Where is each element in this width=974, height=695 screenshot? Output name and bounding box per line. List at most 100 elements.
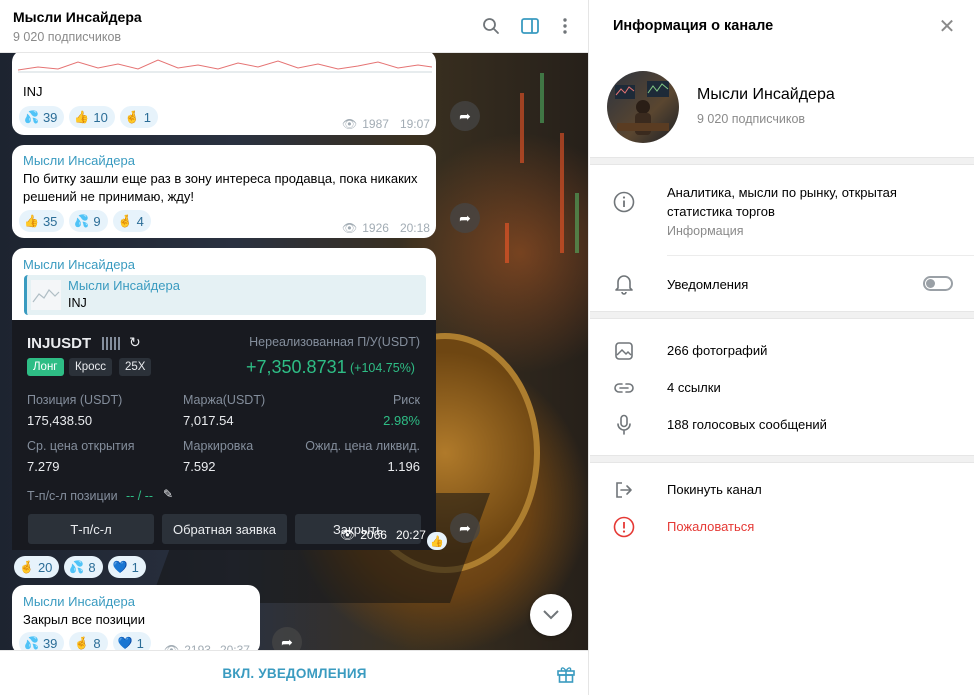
reaction-chip[interactable]: 👍 10: [69, 106, 115, 128]
chart-thumbnail[interactable]: [18, 52, 432, 74]
edit-icon: ✎: [163, 487, 174, 501]
report-icon: [613, 516, 635, 538]
report-button[interactable]: Пожаловаться: [667, 517, 754, 536]
scroll-to-bottom-button[interactable]: [530, 594, 572, 636]
chat-column: Мысли Инсайдера 9 020 подписчиков INJ 💦 …: [0, 0, 589, 695]
message-text: Закрыл все позиции: [23, 612, 145, 627]
margin-value: 7,017.54: [183, 413, 234, 428]
position-label: Позиция (USDT): [27, 393, 123, 407]
search-icon[interactable]: [480, 15, 502, 37]
message-text: По битку зашли еще раз в зону интереса п…: [23, 171, 418, 204]
message-bubble[interactable]: INJ 💦 39 👍 10 🤞 1 👁 1987 19:07: [12, 50, 436, 135]
chat-title[interactable]: Мысли Инсайдера: [13, 9, 142, 25]
message-bubble[interactable]: Мысли Инсайдера По битку зашли еще раз в…: [12, 145, 436, 238]
message-author[interactable]: Мысли Инсайдера: [23, 594, 135, 609]
message-time: 20:27: [395, 528, 426, 542]
description-label: Информация: [667, 224, 744, 238]
eye-icon: 👁: [342, 221, 358, 235]
channel-subscribers: 9 020 подписчиков: [697, 112, 806, 126]
link-icon: [613, 377, 635, 399]
forward-icon[interactable]: ➦: [450, 513, 480, 543]
reply-author: Мысли Инсайдера: [68, 278, 180, 293]
reaction-chip[interactable]: 💦 39: [19, 106, 65, 128]
reaction-chip[interactable]: 🤞 1: [119, 106, 159, 128]
telegram-window: Мысли Инсайдера 9 020 подписчиков INJ 💦 …: [0, 0, 974, 695]
cross-tag: Кросс: [69, 358, 112, 376]
message-meta: 👁 1926 20:18: [342, 221, 430, 235]
channel-description: Аналитика, мысли по рынку, открытая стат…: [667, 185, 897, 219]
view-count: 1987: [362, 117, 389, 131]
reaction-chip[interactable]: 💦 8: [64, 556, 103, 578]
reaction-chip[interactable]: 🤞 20: [14, 556, 60, 578]
message-text: INJ: [23, 84, 43, 99]
reaction-chip[interactable]: 💦 9: [69, 210, 108, 232]
position-value: 175,438.50: [27, 413, 93, 428]
message-author[interactable]: Мысли Инсайдера: [23, 153, 135, 168]
photos-link[interactable]: 266 фотографий: [667, 341, 767, 360]
entry-label: Ср. цена открытия: [27, 439, 135, 453]
leverage-tag: 25X: [119, 358, 152, 376]
tpsl-button: Т-п/с-л: [28, 514, 154, 544]
reaction-chip[interactable]: 👍 35: [19, 210, 65, 232]
message-meta: 👁 2066 20:27: [340, 528, 426, 542]
message-bubble[interactable]: Мысли Инсайдера Мысли Инсайдера INJ: [12, 248, 436, 324]
tpsl-value: -- / --: [126, 489, 154, 503]
reply-text: INJ: [68, 296, 87, 310]
reaction-chip[interactable]: 🤞 4: [112, 210, 151, 232]
chat-subscriber-count: 9 020 подписчиков: [13, 30, 122, 44]
section-divider: [590, 311, 974, 319]
chat-header[interactable]: Мысли Инсайдера 9 020 подписчиков: [0, 0, 588, 53]
eye-icon: 👁: [340, 528, 356, 542]
reverse-order-button: Обратная заявка: [162, 514, 287, 544]
links-link[interactable]: 4 ссылки: [667, 378, 721, 397]
signal-bars-icon: [102, 337, 122, 350]
photo-icon: [613, 340, 635, 362]
forward-icon[interactable]: ➦: [450, 101, 480, 131]
trade-symbol: INJUSDT: [27, 335, 92, 352]
channel-avatar[interactable]: [607, 71, 679, 143]
more-menu-icon[interactable]: [554, 15, 576, 37]
risk-label: Риск: [392, 393, 420, 407]
section-divider: [590, 455, 974, 463]
liquidation-label: Ожид. цена ликвид.: [305, 439, 420, 453]
my-reaction-badge[interactable]: 👍: [427, 532, 447, 550]
chevron-down-icon: [543, 610, 559, 620]
message-bubble[interactable]: Мысли Инсайдера Закрыл все позиции 💦 39 🤞…: [12, 585, 260, 657]
info-icon: [613, 191, 635, 213]
view-count: 2066: [360, 528, 387, 542]
divider: [667, 255, 974, 256]
leave-channel-button[interactable]: Покинуть канал: [667, 480, 762, 499]
close-icon[interactable]: ✕: [937, 17, 957, 37]
pnl-value: +7,350.8731: [246, 357, 347, 377]
reaction-chip[interactable]: 💙 1: [107, 556, 146, 578]
gift-icon[interactable]: [556, 664, 576, 684]
mark-label: Маркировка: [183, 439, 254, 453]
message-time: 20:18: [399, 221, 430, 235]
section-divider: [590, 157, 974, 165]
leave-icon: [613, 479, 635, 501]
channel-info-panel: Информация о канале ✕ Мысли Инсайдера 9 …: [590, 0, 974, 695]
liquidation-value: 1.196: [387, 459, 420, 474]
reply-quote[interactable]: Мысли Инсайдера INJ: [24, 275, 426, 315]
mark-value: 7.592: [183, 459, 216, 474]
pnl-label: Нереализованная П/У(USDT): [249, 335, 420, 349]
enable-notifications-button[interactable]: ВКЛ. УВЕДОМЛЕНИЯ: [0, 666, 588, 681]
notifications-label: Уведомления: [667, 277, 749, 292]
sidebar-toggle-icon[interactable]: [519, 15, 541, 37]
reply-thumbnail: [31, 280, 61, 310]
risk-value: 2.98%: [383, 413, 420, 428]
forward-icon[interactable]: ➦: [450, 203, 480, 233]
pnl-percent: (+104.75%): [350, 361, 415, 375]
margin-label: Маржа(USDT): [183, 393, 266, 407]
voice-messages-link[interactable]: 188 голосовых сообщений: [667, 415, 827, 434]
bottom-bar: ВКЛ. УВЕДОМЛЕНИЯ: [0, 650, 588, 695]
long-tag: Лонг: [27, 358, 64, 376]
notifications-toggle[interactable]: [923, 276, 953, 291]
share-icon: ↻: [129, 334, 141, 350]
entry-value: 7.279: [27, 459, 60, 474]
bell-icon: [613, 273, 635, 295]
microphone-icon: [613, 414, 635, 436]
message-time: 19:07: [399, 117, 430, 131]
message-author[interactable]: Мысли Инсайдера: [23, 257, 135, 272]
tpsl-label: Т-п/с-л позиции: [27, 489, 118, 503]
